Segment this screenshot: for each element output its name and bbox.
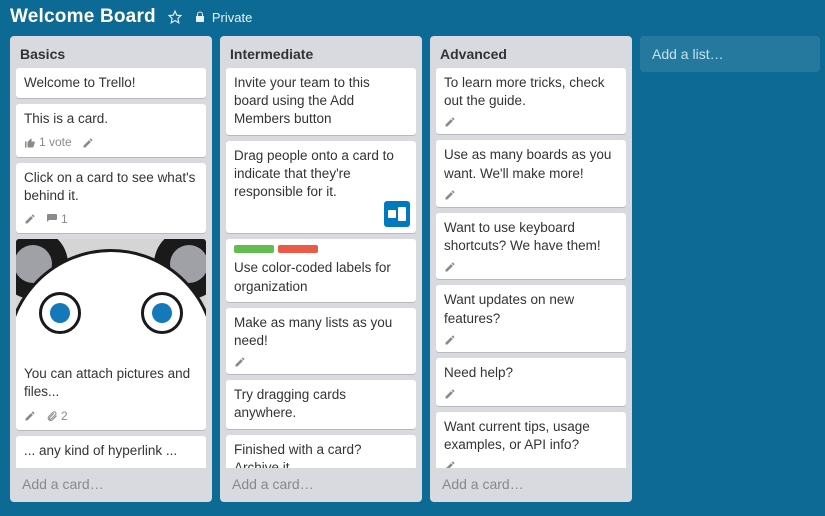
edit-badge — [444, 388, 456, 400]
card-text: Need help? — [444, 364, 618, 382]
pencil-icon — [444, 388, 456, 400]
lock-icon — [194, 11, 206, 23]
card-text: Want updates on new features? — [444, 291, 618, 327]
card[interactable]: Welcome to Trello! — [16, 68, 206, 98]
board-canvas: Basics Welcome to Trello! This is a card… — [0, 36, 825, 512]
member-app-badge — [384, 201, 410, 227]
card-text: Want current tips, usage examples, or AP… — [444, 418, 618, 454]
pencil-icon — [444, 261, 456, 273]
card[interactable]: Invite your team to this board using the… — [226, 68, 416, 135]
comment-icon — [46, 213, 58, 225]
card[interactable]: Finished with a card? Archive it. — [226, 435, 416, 468]
card-labels — [234, 245, 408, 253]
paperclip-icon — [46, 410, 58, 422]
add-list-label: Add a list… — [652, 46, 724, 62]
list-basics: Basics Welcome to Trello! This is a card… — [10, 36, 212, 502]
list-title[interactable]: Intermediate — [226, 42, 416, 68]
list-cards: Invite your team to this board using the… — [226, 68, 416, 468]
pencil-icon — [24, 213, 36, 225]
edit-badge — [24, 213, 36, 225]
list-intermediate: Intermediate Invite your team to this bo… — [220, 36, 422, 502]
list-title[interactable]: Advanced — [436, 42, 626, 68]
card-text: ... any kind of hyperlink ... — [24, 442, 198, 460]
add-card-button[interactable]: Add a card… — [16, 468, 206, 496]
card-text: Make as many lists as you need! — [234, 314, 408, 350]
star-icon — [168, 10, 182, 24]
edit-badge — [82, 137, 94, 149]
pencil-icon — [24, 410, 36, 422]
card[interactable]: Want updates on new features? — [436, 285, 626, 351]
label-red — [278, 245, 318, 253]
card[interactable]: Make as many lists as you need! — [226, 308, 416, 374]
list-cards: Welcome to Trello! This is a card. 1 vot… — [16, 68, 206, 468]
card-text: Want to use keyboard shortcuts? We have … — [444, 219, 618, 255]
pencil-icon — [444, 460, 456, 468]
edit-badge — [234, 356, 246, 368]
card[interactable]: Want to use keyboard shortcuts? We have … — [436, 213, 626, 279]
add-card-button[interactable]: Add a card… — [436, 468, 626, 496]
card[interactable]: Try dragging cards anywhere. — [226, 380, 416, 428]
card-text: Welcome to Trello! — [24, 74, 198, 92]
list-advanced: Advanced To learn more tricks, check out… — [430, 36, 632, 502]
card[interactable]: To learn more tricks, check out the guid… — [436, 68, 626, 134]
edit-badge — [444, 460, 456, 468]
list-cards: To learn more tricks, check out the guid… — [436, 68, 626, 468]
pencil-icon — [444, 189, 456, 201]
comment-badge: 1 — [24, 466, 46, 468]
card-text: Invite your team to this board using the… — [234, 74, 408, 129]
pencil-icon — [234, 356, 246, 368]
card[interactable]: Use as many boards as you want. We'll ma… — [436, 140, 626, 206]
edit-badge — [444, 334, 456, 346]
card[interactable]: Use color-coded labels for organization — [226, 239, 416, 301]
card-text: Use color-coded labels for organization — [234, 259, 408, 295]
card-text: Try dragging cards anywhere. — [234, 386, 408, 422]
card-text: Click on a card to see what's behind it. — [24, 169, 198, 205]
card-badges: 2 — [24, 408, 198, 424]
card-badges: 1 — [24, 466, 198, 468]
label-green — [234, 245, 274, 253]
card[interactable]: Want current tips, usage examples, or AP… — [436, 412, 626, 468]
card-text: Drag people onto a card to indicate that… — [234, 147, 408, 202]
board-header: Welcome Board Private — [0, 0, 825, 36]
pencil-icon — [82, 137, 94, 149]
edit-badge — [444, 116, 456, 128]
add-card-button[interactable]: Add a card… — [226, 468, 416, 496]
card-text: This is a card. — [24, 110, 198, 128]
attachment-badge: 2 — [46, 408, 68, 424]
card[interactable]: Need help? — [436, 358, 626, 406]
pencil-icon — [444, 334, 456, 346]
edit-badge — [444, 189, 456, 201]
card[interactable]: Click on a card to see what's behind it.… — [16, 163, 206, 234]
card-text: You can attach pictures and files... — [24, 365, 198, 401]
card[interactable]: This is a card. 1 vote — [16, 104, 206, 156]
card-cover-image — [16, 239, 206, 359]
card-text: Finished with a card? Archive it. — [234, 441, 408, 468]
card-text: To learn more tricks, check out the guid… — [444, 74, 618, 110]
board-title: Welcome Board — [10, 6, 156, 28]
comment-badge: 1 — [46, 211, 68, 227]
card[interactable]: You can attach pictures and files... 2 — [16, 239, 206, 430]
star-board-button[interactable] — [168, 10, 182, 24]
card-text: Use as many boards as you want. We'll ma… — [444, 146, 618, 182]
list-title[interactable]: Basics — [16, 42, 206, 68]
card[interactable]: ... any kind of hyperlink ... 1 — [16, 436, 206, 468]
card[interactable]: Drag people onto a card to indicate that… — [226, 141, 416, 234]
privacy-label: Private — [212, 10, 252, 25]
privacy-button[interactable]: Private — [194, 10, 252, 25]
thumbs-up-icon — [24, 137, 36, 149]
edit-badge — [24, 410, 36, 422]
pencil-icon — [444, 116, 456, 128]
add-list-button[interactable]: Add a list… — [640, 36, 820, 72]
card-badges — [234, 356, 408, 368]
card-badges: 1 vote — [24, 134, 198, 150]
card-badges: 1 — [24, 211, 198, 227]
edit-badge — [444, 261, 456, 273]
vote-badge: 1 vote — [24, 134, 72, 150]
